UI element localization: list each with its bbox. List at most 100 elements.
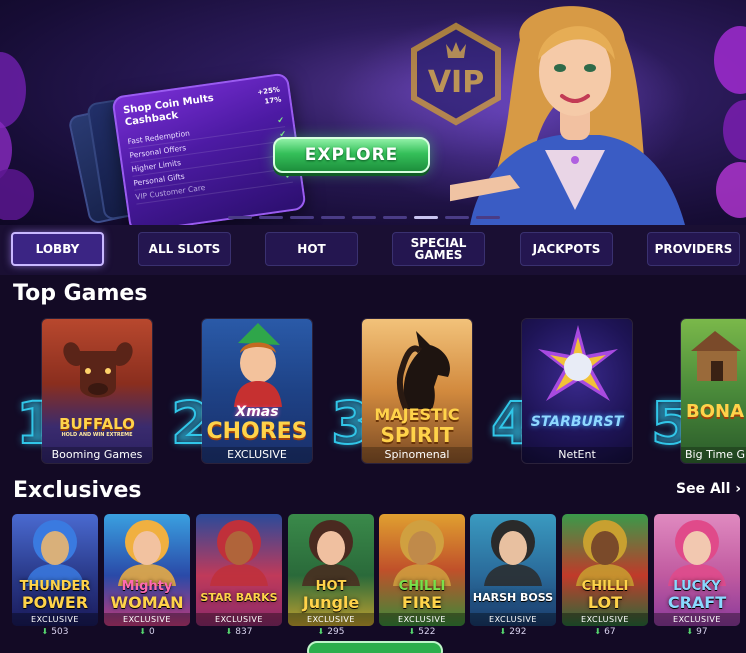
game-card-bonanza[interactable]: BONA Big Time G (680, 318, 746, 464)
player-count: ⬇ 837 (196, 627, 282, 637)
tab-special-games[interactable]: SPECIAL GAMES (392, 232, 485, 266)
carousel-dot[interactable] (383, 216, 407, 219)
explore-button[interactable]: EXPLORE (273, 137, 430, 173)
player-count-value: 522 (418, 627, 436, 637)
exclusive-tag: EXCLUSIVE (379, 613, 465, 626)
game-logo-line2: CRAFT (667, 593, 727, 612)
carousel-dot[interactable] (445, 216, 469, 219)
player-count: ⬇ 503 (12, 627, 98, 637)
game-card-starburst[interactable]: STARBURST NetEnt (521, 318, 633, 464)
game-provider: NetEnt (522, 447, 632, 463)
game-logo: CHILLI (398, 579, 446, 594)
exclusive-tag: EXCLUSIVE (12, 613, 98, 626)
purple-plant-left-decoration (0, 52, 34, 220)
bottom-floating-button[interactable] (307, 641, 443, 653)
exclusive-game-card[interactable]: Mighty WOMAN EXCLUSIVE (104, 514, 190, 626)
game-logo-sub: HOLD AND WIN EXTREME (61, 432, 133, 438)
carousel-dot[interactable] (259, 216, 283, 219)
game-logo-line2: POWER (21, 593, 89, 612)
player-count-value: 837 (235, 627, 253, 637)
game-logo-line2: WOMAN (110, 593, 184, 612)
exclusive-game-card[interactable]: CHILLI LOT EXCLUSIVE (562, 514, 648, 626)
exclusive-game-card[interactable]: STAR BARKS EXCLUSIVE (196, 514, 282, 626)
player-count-value: 0 (148, 627, 155, 637)
hero-title: ALL NEW VIP AREA (84, 2, 306, 82)
game-card-majestic-spirit[interactable]: MAJESTIC SPIRIT Spinomenal (361, 318, 473, 464)
check-icon: ✔ (276, 115, 285, 126)
tab-jackpots[interactable]: JACKPOTS (520, 232, 613, 266)
exclusive-tag: EXCLUSIVE (288, 613, 374, 626)
player-count: ⬇ 67 (562, 627, 648, 637)
vip-host-illustration (450, 6, 685, 225)
character-art-icon (576, 520, 634, 586)
player-count-value: 292 (509, 627, 527, 637)
exclusive-tag: EXCLUSIVE (196, 613, 282, 626)
carousel-dot[interactable] (414, 216, 438, 219)
carousel-pagination[interactable] (228, 216, 500, 219)
game-provider: Booming Games (42, 447, 152, 463)
see-all-link[interactable]: See All › (676, 481, 741, 497)
starburst-star-icon (538, 325, 618, 401)
download-arrow-icon: ⬇ (686, 627, 694, 636)
carousel-dot[interactable] (476, 216, 500, 219)
exclusives-title: Exclusives (13, 478, 142, 503)
exclusive-game-card[interactable]: CHILLI FIRE EXCLUSIVE (379, 514, 465, 626)
player-count: ⬇ 292 (470, 627, 556, 637)
exclusive-tag: EXCLUSIVE (562, 613, 648, 626)
carousel-dot[interactable] (352, 216, 376, 219)
download-arrow-icon: ⬇ (139, 627, 146, 636)
game-logo: BONA (685, 401, 745, 422)
game-provider: Big Time G (681, 447, 746, 463)
carousel-dot[interactable] (228, 216, 252, 219)
character-art-icon (210, 520, 268, 586)
game-logo: CHORES (206, 419, 308, 444)
game-logo-line2: FIRE (401, 593, 443, 612)
tab-lobby[interactable]: LOBBY (11, 232, 104, 266)
game-logo-sub: SPIRIT (380, 423, 454, 447)
character-art-icon (668, 520, 726, 586)
tab-providers[interactable]: PROVIDERS (647, 232, 740, 266)
buffalo-art-icon (63, 342, 133, 398)
character-art-icon (118, 520, 176, 586)
game-logo: STARBURST (530, 414, 624, 430)
game-logo: MAJESTIC (374, 405, 460, 424)
player-count: ⬇ 0 (104, 627, 190, 637)
game-logo-pre: Xmas (235, 404, 279, 420)
exclusive-tag: EXCLUSIVE (104, 613, 190, 626)
elf-art-icon (234, 323, 282, 407)
top-games-title: Top Games (13, 281, 148, 306)
download-arrow-icon: ⬇ (499, 627, 507, 636)
horse-art-icon (396, 331, 450, 411)
see-all-label: See All (676, 481, 731, 497)
exclusive-tag: EXCLUSIVE (654, 613, 740, 626)
game-logo-line2: LOT (587, 593, 623, 612)
game-exclusive-tag: EXCLUSIVE (202, 447, 312, 463)
download-arrow-icon: ⬇ (225, 627, 233, 636)
character-art-icon (302, 520, 360, 586)
hero-title-line1: ALL NEW (98, 0, 292, 43)
casino-lobby-page: ALL NEW VIP AREA VIP Shop Coin Mults Cas… (0, 0, 746, 653)
download-arrow-icon: ⬇ (594, 627, 602, 636)
exclusive-game-card[interactable]: THUNDER POWER EXCLUSIVE (12, 514, 98, 626)
game-card-xmas-chores[interactable]: Xmas CHORES EXCLUSIVE (201, 318, 313, 464)
chevron-right-icon: › (735, 481, 742, 497)
carousel-dot[interactable] (321, 216, 345, 219)
download-arrow-icon: ⬇ (408, 627, 416, 636)
player-count-value: 295 (327, 627, 345, 637)
game-logo: STAR BARKS (200, 591, 278, 604)
exclusive-game-card[interactable]: LUCKY CRAFT EXCLUSIVE (654, 514, 740, 626)
character-art-icon (393, 520, 451, 586)
carousel-dot[interactable] (290, 216, 314, 219)
game-logo: BUFFALO (59, 415, 135, 433)
exclusive-game-card[interactable]: HARSH BOSS EXCLUSIVE (470, 514, 556, 626)
character-art-icon (26, 520, 84, 586)
exclusive-game-card[interactable]: HOT Jungle EXCLUSIVE (288, 514, 374, 626)
tab-hot[interactable]: HOT (265, 232, 358, 266)
download-arrow-icon: ⬇ (41, 627, 49, 636)
player-count-value: 503 (51, 627, 69, 637)
mine-hut-icon (691, 331, 741, 381)
game-card-buffalo[interactable]: BUFFALO HOLD AND WIN EXTREME Booming Gam… (41, 318, 153, 464)
tab-all-slots[interactable]: ALL SLOTS (138, 232, 231, 266)
player-count: ⬇ 522 (379, 627, 465, 637)
vip-hero-banner[interactable]: ALL NEW VIP AREA VIP Shop Coin Mults Cas… (0, 0, 746, 225)
